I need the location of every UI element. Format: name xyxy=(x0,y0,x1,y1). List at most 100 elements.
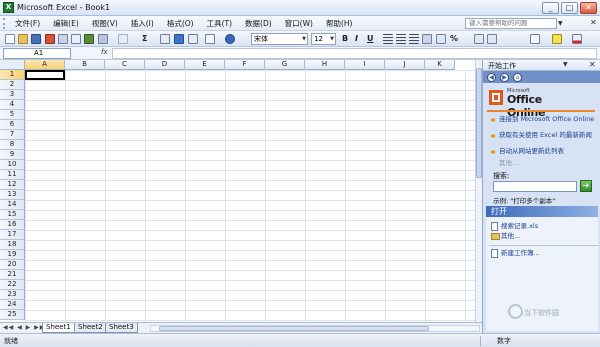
task-pane-close-button[interactable]: ✕ xyxy=(589,60,596,69)
align-right-icon[interactable] xyxy=(409,34,419,44)
row-header-11[interactable]: 11 xyxy=(0,170,25,180)
row-header-10[interactable]: 10 xyxy=(0,160,25,170)
column-header-c[interactable]: C xyxy=(105,60,145,70)
help-question-input[interactable] xyxy=(465,18,557,29)
menu-grip-handle[interactable] xyxy=(3,17,7,29)
row-header-14[interactable]: 14 xyxy=(0,200,25,210)
column-header-e[interactable]: E xyxy=(185,60,225,70)
percent-button[interactable]: % xyxy=(450,34,458,44)
menu-view[interactable]: 视图(V) xyxy=(88,18,122,29)
center-icon[interactable] xyxy=(396,34,406,44)
font-dropdown-icon[interactable]: ▼ xyxy=(302,34,306,44)
link-connect-office-online[interactable]: 连接到 Microsoft Office Online xyxy=(499,115,595,123)
print-icon[interactable] xyxy=(58,34,68,44)
link-latest-news[interactable]: 获取有关使用 Excel 的最新新闻 xyxy=(499,131,595,139)
back-icon[interactable]: ◀ xyxy=(487,73,496,82)
sort-icon[interactable] xyxy=(160,34,170,44)
column-header-d[interactable]: D xyxy=(145,60,185,70)
merge-icon[interactable] xyxy=(422,34,432,44)
row-header-23[interactable]: 23 xyxy=(0,290,25,300)
formula-input[interactable] xyxy=(112,48,597,59)
cell-grid[interactable] xyxy=(25,70,475,322)
link-auto-update-list[interactable]: 自动从网站更新此列表 xyxy=(499,147,595,155)
maximize-button[interactable]: □ xyxy=(561,2,578,14)
menu-tools[interactable]: 工具(T) xyxy=(203,18,236,29)
column-header-f[interactable]: F xyxy=(225,60,265,70)
help-dropdown-icon[interactable]: ▼ xyxy=(558,20,563,27)
font-size-select[interactable]: 12 ▼ xyxy=(311,33,336,45)
align-left-icon[interactable] xyxy=(383,34,393,44)
row-header-2[interactable]: 2 xyxy=(0,80,25,90)
increase-indent-icon[interactable] xyxy=(487,34,497,44)
row-header-18[interactable]: 18 xyxy=(0,240,25,250)
new-icon[interactable] xyxy=(5,34,15,44)
borders-icon[interactable] xyxy=(530,34,540,44)
underline-button[interactable]: U xyxy=(367,34,374,44)
save-icon[interactable] xyxy=(31,34,41,44)
excel-app-icon[interactable]: X xyxy=(3,2,14,13)
row-header-17[interactable]: 17 xyxy=(0,230,25,240)
chart-icon[interactable] xyxy=(174,34,184,44)
sheet-tab-3[interactable]: Sheet3 xyxy=(105,323,138,333)
office-online-logo[interactable]: Microsoft Office Online xyxy=(489,88,581,119)
recent-file-search-record[interactable]: 搜索记录.xls xyxy=(501,222,538,230)
row-header-25[interactable]: 25 xyxy=(0,310,25,320)
row-header-21[interactable]: 21 xyxy=(0,270,25,280)
drawing-icon[interactable] xyxy=(188,34,198,44)
row-header-19[interactable]: 19 xyxy=(0,250,25,260)
forward-icon[interactable]: ▶ xyxy=(500,73,509,82)
insert-function-icon[interactable]: fx xyxy=(101,48,108,56)
row-header-12[interactable]: 12 xyxy=(0,180,25,190)
zoom-icon[interactable] xyxy=(205,34,215,44)
paste-icon[interactable] xyxy=(98,34,108,44)
task-pane-dropdown-icon[interactable]: ▼ xyxy=(563,61,568,68)
bold-button[interactable]: B xyxy=(342,34,348,44)
row-header-16[interactable]: 16 xyxy=(0,220,25,230)
vertical-scrollbar[interactable] xyxy=(475,60,482,322)
column-header-a[interactable]: A xyxy=(25,60,65,70)
fill-color-icon[interactable] xyxy=(552,34,562,44)
minimize-button[interactable]: _ xyxy=(542,2,559,14)
sheet-tab-2[interactable]: Sheet2 xyxy=(74,323,107,333)
row-header-13[interactable]: 13 xyxy=(0,190,25,200)
row-header-15[interactable]: 15 xyxy=(0,210,25,220)
menu-edit[interactable]: 编辑(E) xyxy=(49,18,83,29)
menu-insert[interactable]: 插入(I) xyxy=(127,18,158,29)
decrease-indent-icon[interactable] xyxy=(474,34,484,44)
column-header-k[interactable]: K xyxy=(425,60,455,70)
help-icon[interactable] xyxy=(225,34,235,44)
undo-icon[interactable] xyxy=(118,34,128,44)
row-header-9[interactable]: 9 xyxy=(0,150,25,160)
new-workbook-link[interactable]: 新建工作簿... xyxy=(501,249,540,257)
horizontal-scrollbar[interactable] xyxy=(150,325,480,332)
menu-file[interactable]: 文件(F) xyxy=(11,18,44,29)
column-header-g[interactable]: G xyxy=(265,60,305,70)
italic-button[interactable]: I xyxy=(355,34,358,44)
row-header-4[interactable]: 4 xyxy=(0,100,25,110)
row-header-6[interactable]: 6 xyxy=(0,120,25,130)
row-header-5[interactable]: 5 xyxy=(0,110,25,120)
permission-icon[interactable] xyxy=(45,34,55,44)
column-header-j[interactable]: J xyxy=(385,60,425,70)
menu-data[interactable]: 数据(D) xyxy=(241,18,276,29)
open-icon[interactable] xyxy=(18,34,28,44)
column-header-h[interactable]: H xyxy=(305,60,345,70)
row-header-20[interactable]: 20 xyxy=(0,260,25,270)
currency-icon[interactable] xyxy=(436,34,446,44)
row-header-3[interactable]: 3 xyxy=(0,90,25,100)
menu-format[interactable]: 格式(O) xyxy=(163,18,198,29)
spelling-icon[interactable] xyxy=(84,34,94,44)
size-dropdown-icon[interactable]: ▼ xyxy=(330,34,334,44)
menu-help[interactable]: 帮助(H) xyxy=(322,18,357,29)
home-icon[interactable]: ⌂ xyxy=(513,73,522,82)
document-close-button[interactable]: ✕ xyxy=(590,18,597,27)
row-header-8[interactable]: 8 xyxy=(0,140,25,150)
column-header-i[interactable]: I xyxy=(345,60,385,70)
print-preview-icon[interactable] xyxy=(71,34,81,44)
search-input[interactable] xyxy=(493,181,577,192)
font-color-icon[interactable] xyxy=(572,34,582,44)
active-cell-a1[interactable] xyxy=(25,70,65,80)
sheet-tab-1[interactable]: Sheet1 xyxy=(42,323,75,333)
name-box[interactable]: A1 xyxy=(3,48,71,59)
autosum-icon[interactable]: Σ xyxy=(142,34,147,44)
